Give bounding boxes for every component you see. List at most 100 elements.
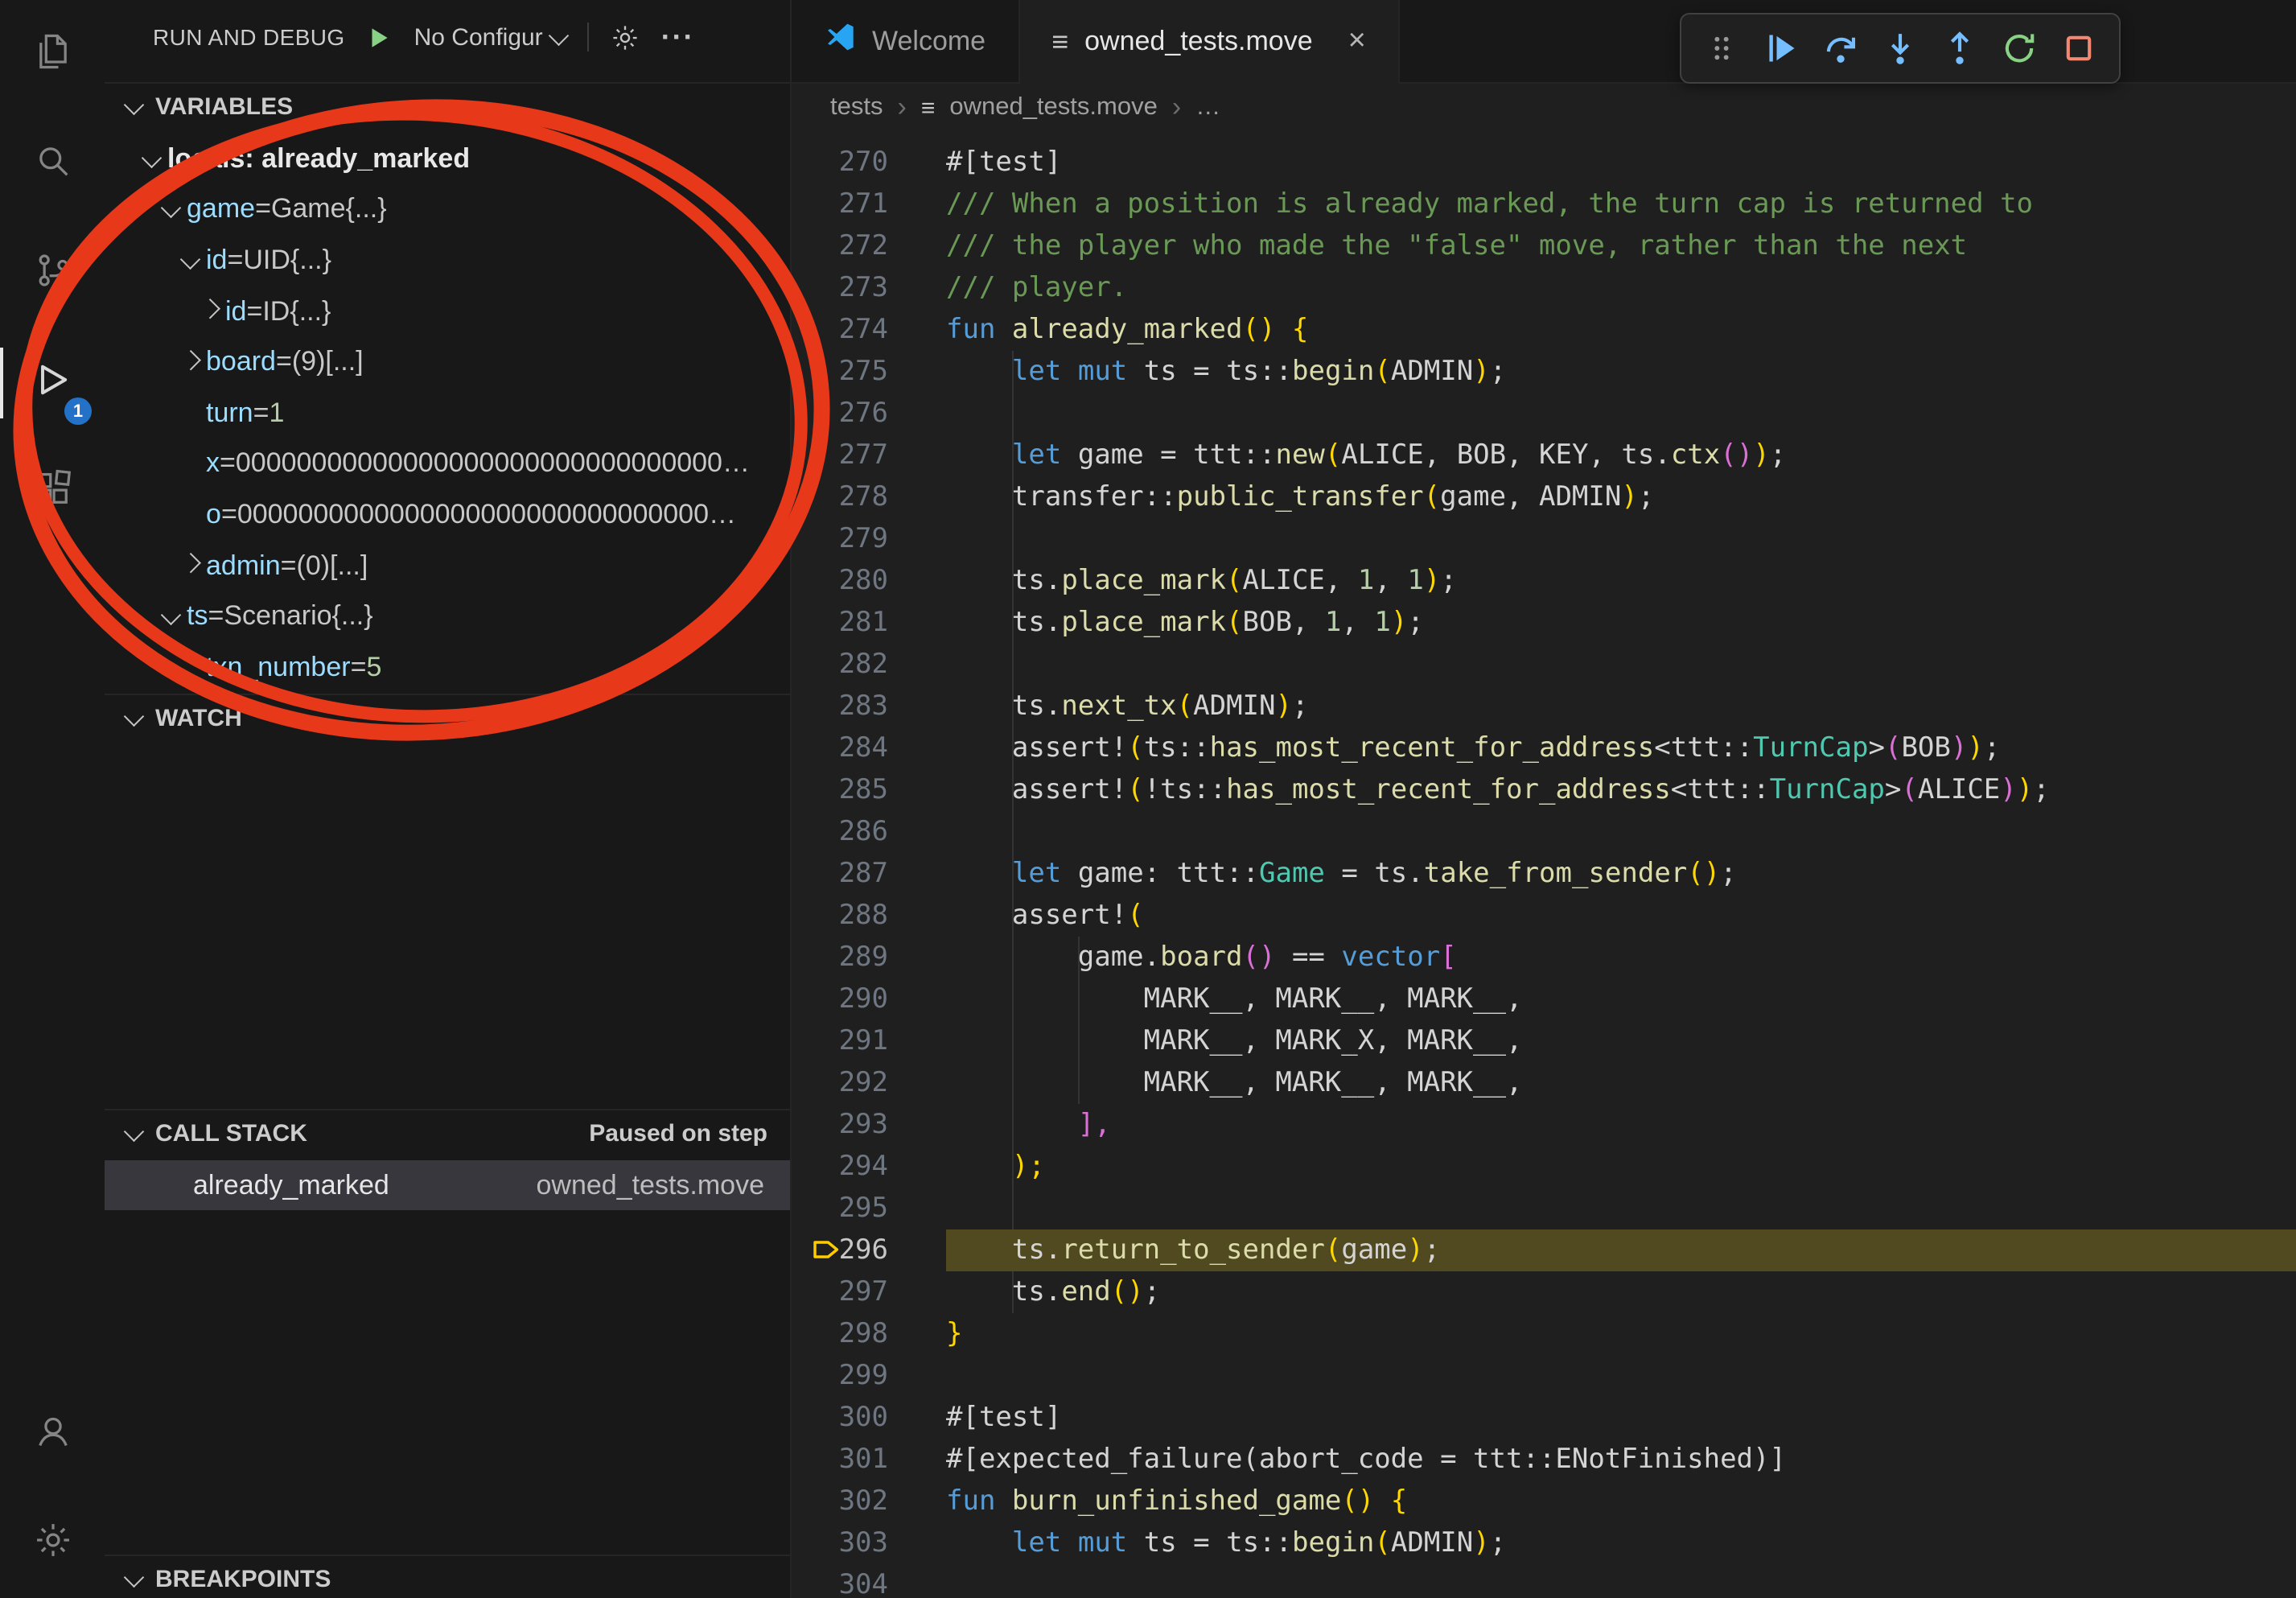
line-number[interactable]: 291 — [792, 1020, 946, 1062]
code-text[interactable]: fun burn_unfinished_game() { — [946, 1481, 2296, 1522]
variables-section-header[interactable]: VARIABLES — [105, 82, 790, 130]
line-number[interactable]: 294 — [792, 1146, 946, 1188]
activitybar-extensions[interactable] — [0, 438, 105, 547]
chevron-down-icon[interactable] — [175, 253, 206, 267]
code-text[interactable]: /// When a position is already marked, t… — [946, 183, 2296, 225]
line-number[interactable]: 278 — [792, 476, 946, 518]
code-text[interactable]: MARK__, MARK_X, MARK__, — [946, 1020, 2296, 1062]
variable-row-game[interactable]: game = Game{...} — [105, 184, 790, 235]
code-text[interactable] — [946, 518, 2296, 560]
code-text[interactable]: assert!( — [946, 895, 2296, 937]
line-number[interactable]: 280 — [792, 560, 946, 602]
line-number[interactable]: 277 — [792, 435, 946, 476]
stop-button[interactable] — [2055, 24, 2103, 72]
code-text[interactable]: let mut ts = ts::begin(ADMIN); — [946, 1522, 2296, 1564]
chevron-down-icon[interactable] — [137, 152, 167, 166]
variable-row-id[interactable]: id = UID{...} — [105, 235, 790, 286]
breadcrumb-tests[interactable]: tests — [830, 93, 883, 122]
tab-owned-tests-move[interactable]: ≡ owned_tests.move × — [1019, 0, 1400, 84]
code-text[interactable]: let mut ts = ts::begin(ADMIN); — [946, 351, 2296, 393]
line-number[interactable]: 286 — [792, 811, 946, 853]
line-number[interactable]: 271 — [792, 183, 946, 225]
debug-config-dropdown[interactable]: No Configur — [414, 23, 566, 51]
line-number[interactable]: 299 — [792, 1355, 946, 1397]
line-number[interactable]: 302 — [792, 1481, 946, 1522]
code-text[interactable]: /// the player who made the "false" move… — [946, 225, 2296, 267]
activitybar-explorer[interactable] — [0, 0, 105, 109]
line-number[interactable]: 275 — [792, 351, 946, 393]
chevron-down-icon[interactable] — [156, 203, 187, 216]
breadcrumb-more[interactable]: … — [1195, 93, 1220, 122]
watch-section-header[interactable]: WATCH — [105, 694, 790, 742]
line-number[interactable]: 301 — [792, 1439, 946, 1481]
line-number[interactable]: 300 — [792, 1397, 946, 1439]
line-number[interactable]: 279 — [792, 518, 946, 560]
line-number[interactable]: 304 — [792, 1564, 946, 1598]
chevron-right-icon[interactable] — [195, 305, 225, 319]
line-number[interactable]: 293 — [792, 1104, 946, 1146]
activitybar-run-and-debug[interactable]: 1 — [0, 328, 105, 438]
call-stack-section-header[interactable]: CALL STACK Paused on step — [105, 1109, 790, 1157]
variable-row-board[interactable]: board = (9)[...] — [105, 337, 790, 388]
code-text[interactable]: game.board() == vector[ — [946, 937, 2296, 978]
line-number[interactable]: 303 — [792, 1522, 946, 1564]
code-text[interactable]: ts.place_mark(BOB, 1, 1); — [946, 602, 2296, 644]
chevron-right-icon[interactable] — [175, 356, 206, 369]
code-text[interactable] — [946, 1564, 2296, 1598]
breadcrumb-file[interactable]: owned_tests.move — [949, 93, 1158, 122]
line-number[interactable]: 290 — [792, 978, 946, 1020]
line-number[interactable]: 276 — [792, 393, 946, 435]
line-number[interactable]: 289 — [792, 937, 946, 978]
code-text[interactable] — [946, 644, 2296, 686]
line-number[interactable]: 284 — [792, 727, 946, 769]
line-number[interactable]: 287 — [792, 853, 946, 895]
call-stack-frame[interactable]: already_marked owned_tests.move — [105, 1160, 790, 1210]
code-editor[interactable]: 270#[test]271/// When a position is alre… — [792, 132, 2296, 1598]
variable-row-turn[interactable]: turn = 1 — [105, 388, 790, 439]
step-into-button[interactable] — [1876, 24, 1924, 72]
activitybar-search[interactable] — [0, 109, 105, 219]
code-text[interactable] — [946, 811, 2296, 853]
line-number[interactable]: 288 — [792, 895, 946, 937]
close-tab-icon[interactable]: × — [1348, 26, 1366, 56]
more-actions-icon[interactable]: ··· — [661, 23, 695, 51]
variable-row-o[interactable]: o = 0000000000000000000000000000000… — [105, 489, 790, 540]
continue-button[interactable] — [1757, 24, 1805, 72]
code-text[interactable]: let game = ttt::new(ALICE, BOB, KEY, ts.… — [946, 435, 2296, 476]
code-text[interactable]: } — [946, 1313, 2296, 1355]
variable-row-id[interactable]: id = ID{...} — [105, 286, 790, 337]
code-text[interactable]: /// player. — [946, 267, 2296, 309]
code-text[interactable]: MARK__, MARK__, MARK__, — [946, 978, 2296, 1020]
code-text[interactable] — [946, 1188, 2296, 1229]
code-text[interactable]: #[test] — [946, 1397, 2296, 1439]
start-debugging-button[interactable] — [366, 23, 393, 51]
line-number[interactable]: 281 — [792, 602, 946, 644]
line-number[interactable]: 273 — [792, 267, 946, 309]
code-text[interactable]: transfer::public_transfer(game, ADMIN); — [946, 476, 2296, 518]
variable-row-txn_number[interactable]: txn_number = 5 — [105, 642, 790, 693]
restart-button[interactable] — [1995, 24, 2043, 72]
tab-welcome[interactable]: Welcome — [792, 0, 1019, 82]
line-number[interactable]: 292 — [792, 1062, 946, 1104]
activitybar-settings[interactable] — [0, 1489, 105, 1598]
code-text[interactable]: assert!(!ts::has_most_recent_for_address… — [946, 769, 2296, 811]
toolbar-drag-handle[interactable] — [1697, 24, 1746, 72]
line-number[interactable]: 285 — [792, 769, 946, 811]
code-text[interactable]: assert!(ts::has_most_recent_for_address<… — [946, 727, 2296, 769]
variable-row-locals--already_marked[interactable]: locals: already_marked — [105, 134, 790, 184]
chevron-down-icon[interactable] — [156, 610, 187, 624]
code-text[interactable]: ts.end(); — [946, 1271, 2296, 1313]
code-text[interactable] — [946, 1355, 2296, 1397]
code-text[interactable]: MARK__, MARK__, MARK__, — [946, 1062, 2296, 1104]
line-number[interactable]: 274 — [792, 309, 946, 351]
line-number[interactable]: 272 — [792, 225, 946, 267]
line-number[interactable]: 283 — [792, 686, 946, 727]
activitybar-source-control[interactable] — [0, 219, 105, 328]
chevron-right-icon[interactable] — [175, 559, 206, 573]
code-text[interactable]: ts.place_mark(ALICE, 1, 1); — [946, 560, 2296, 602]
line-number[interactable]: 295 — [792, 1188, 946, 1229]
line-number[interactable]: 297 — [792, 1271, 946, 1313]
code-text[interactable]: ], — [946, 1104, 2296, 1146]
debug-settings-gear-icon[interactable] — [610, 22, 640, 52]
code-text[interactable]: #[expected_failure(abort_code = ttt::ENo… — [946, 1439, 2296, 1481]
